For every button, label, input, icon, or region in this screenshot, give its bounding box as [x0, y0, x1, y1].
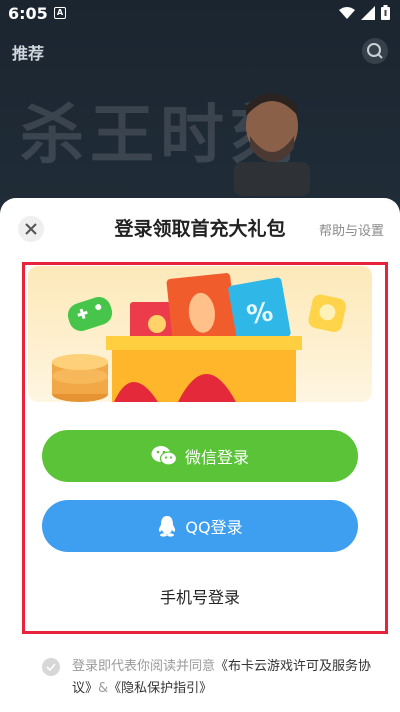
privacy-link[interactable]: 《隐私保护指引》 [108, 681, 212, 696]
qq-login-button[interactable]: QQ登录 [42, 500, 358, 552]
qq-login-label: QQ登录 [185, 518, 243, 537]
battery-icon [381, 5, 390, 20]
login-bottom-sheet: 登录领取首充大礼包 帮助与设置 % 微信登录 QQ登录 手机号登录 登录即代表你… [0, 198, 400, 712]
agreement-text: 登录即代表你阅读并同意《布卡云游戏许可及服务协议》&《隐私保护指引》 [72, 656, 376, 700]
phone-login-button[interactable]: 手机号登录 [0, 584, 400, 608]
hero-character-image [234, 93, 310, 196]
wechat-login-button[interactable]: 微信登录 [42, 430, 358, 482]
agreement-joiner: & [98, 681, 109, 696]
agreement-prefix: 登录即代表你阅读并同意 [72, 659, 216, 674]
wifi-icon [339, 6, 355, 19]
search-icon [367, 43, 383, 59]
search-button[interactable] [362, 38, 388, 64]
status-time: 6:05 [8, 4, 48, 23]
notification-a-icon: A [54, 7, 66, 19]
help-settings-link[interactable]: 帮助与设置 [319, 220, 384, 239]
wechat-icon [151, 446, 177, 466]
status-bar: 6:05 A [0, 0, 400, 28]
wechat-login-label: 微信登录 [184, 448, 249, 467]
signal-icon [361, 5, 375, 20]
check-icon [46, 663, 56, 671]
tab-recommend[interactable]: 推荐 [12, 40, 44, 64]
agree-checkbox[interactable] [42, 658, 60, 676]
qq-penguin-icon [159, 516, 176, 537]
